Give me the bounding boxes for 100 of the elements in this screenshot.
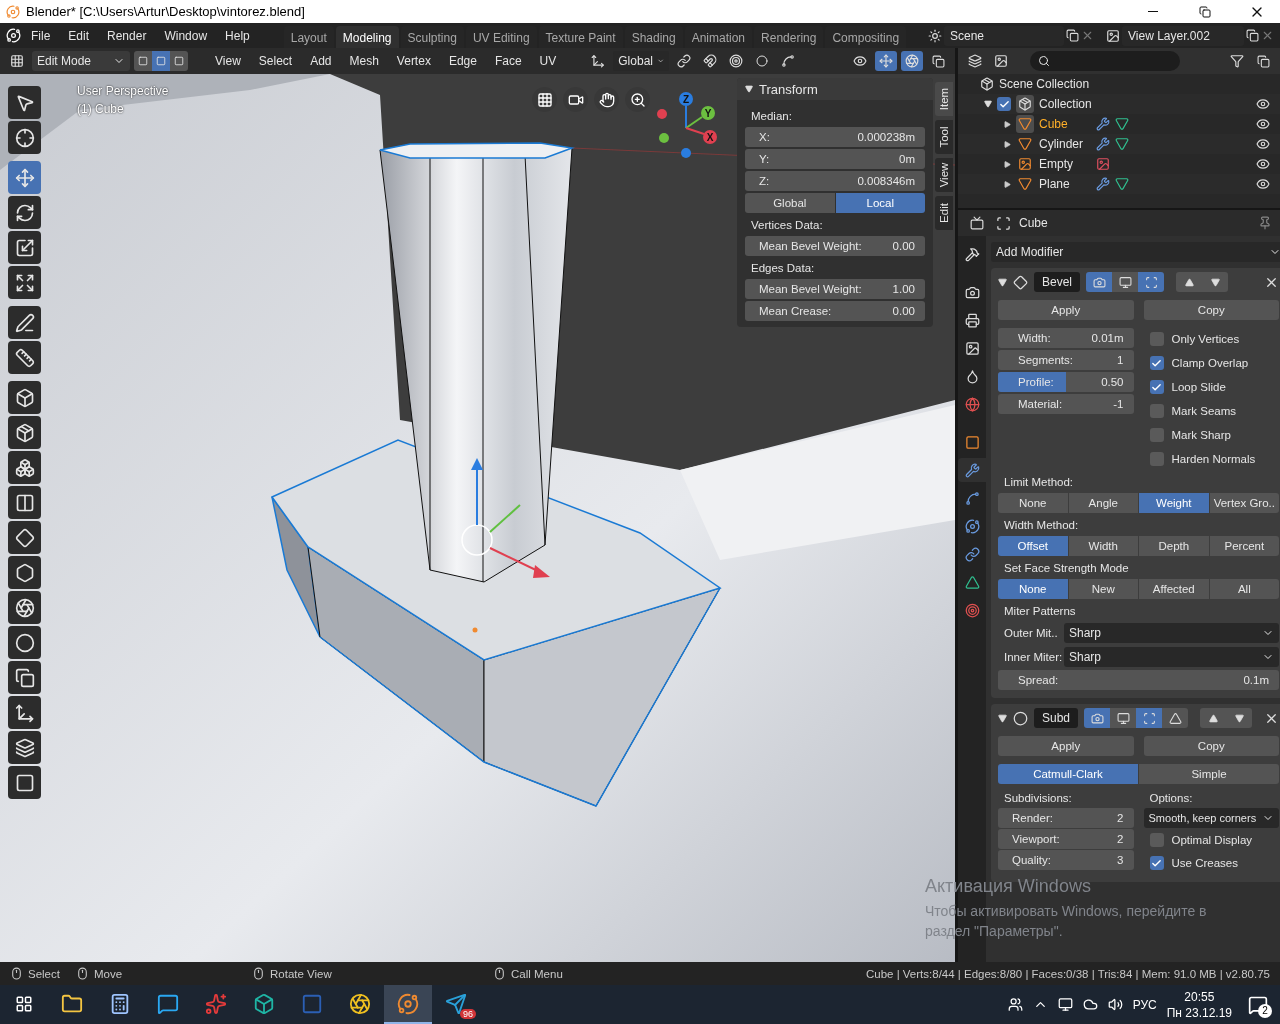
modifier-action-button[interactable]: Apply [998,300,1134,320]
subdivision-type-option[interactable]: Simple [1139,764,1280,784]
checkbox-label: Mark Seams [1171,405,1237,417]
outliner-item[interactable]: Empty [1039,157,1091,171]
menu-item[interactable]: Window [156,25,216,46]
sidebar-tab[interactable]: Item [935,82,953,116]
width-method-option[interactable]: Percent [1209,536,1280,556]
number-field[interactable]: Mean Crease: 0.00 [745,301,925,321]
limit-method-option[interactable]: Angle [1068,493,1139,513]
outliner-item[interactable]: Cylinder [1039,137,1091,151]
number-field[interactable]: Spread: 0.1m [998,670,1280,690]
modifier-action-button[interactable]: Apply [998,736,1134,756]
number-field[interactable]: Width: 0.01m [998,328,1134,348]
face-strength-option[interactable]: Affected [1139,579,1209,599]
section-label: Median: [750,109,793,124]
status-hint: Move [94,967,123,980]
number-field[interactable]: Viewport: 2 [998,829,1134,849]
miter-label: Outer Mit.. [1003,627,1059,639]
keyboard-layout[interactable]: РУС [1132,997,1157,1012]
view-layer-field[interactable]: View Layer.002 [1122,25,1244,46]
miter-dropdown[interactable]: Sharp [1064,623,1280,643]
face-strength-option[interactable]: All [1209,579,1280,599]
limit-method-option[interactable]: Weight [1139,493,1209,513]
paper-plane-taskbar-button[interactable]: 96 [432,985,480,1024]
modifier-action-button[interactable]: Copy [1143,736,1280,756]
number-field[interactable]: Material: -1 [998,394,1134,414]
menu-item[interactable]: Mesh [342,51,386,71]
clock-time: 20:55 [1184,988,1215,1005]
menu-item[interactable]: Add [303,51,339,71]
scene-stats: Cube | Verts:8/44 | Edges:8/80 | Faces:0/38 | Tris:84 | Mem: 91.0 MB | v2.80.75 [865,967,1270,980]
status-hint: Call Menu [511,967,563,980]
width-method-option[interactable]: Width [1068,536,1139,556]
modifier-action-button[interactable]: Copy [1143,300,1280,320]
limit-method-option[interactable]: Vertex Gro.. [1209,493,1280,513]
face-strength-option[interactable]: None [998,579,1068,599]
number-field[interactable]: Y: 0m [745,149,925,169]
checkbox-label: Loop Slide [1171,381,1226,393]
uv-smooth-dropdown[interactable]: Smooth, keep corners [1143,808,1280,828]
menu-item[interactable]: File [23,25,59,46]
menu-item[interactable]: Edge [441,51,484,71]
sidebar-tab[interactable]: Tool [935,120,953,154]
number-field[interactable]: Mean Bevel Weight: 0.00 [745,236,925,256]
notification-count: 2 [1258,1003,1272,1018]
checkbox-label: Use Creases [1171,857,1238,869]
menu-item[interactable]: Select [251,51,300,71]
orientation-dropdown[interactable]: Global [613,51,670,71]
checkbox-label: Harden Normals [1171,453,1256,465]
outliner-item: Scene Collection [999,77,1090,91]
notifications-button[interactable]: 2 [1242,989,1274,1020]
miter-label: Inner Miter: [1003,651,1064,663]
panel-title: Transform [759,81,818,97]
modifier-name-field[interactable]: Subd [1034,708,1079,728]
width-method-option[interactable]: Depth [1139,536,1209,556]
sidebar-tab[interactable]: Edit [935,196,953,230]
mode-dropdown[interactable]: Edit Mode [32,51,130,71]
workspace-tab[interactable]: Modeling [335,25,399,49]
section-label: Edges Data: [750,261,816,276]
modifier-name-field[interactable]: Bevel [1034,272,1081,292]
number-field[interactable]: Quality: 3 [998,850,1134,870]
axis-label: Y [704,108,712,119]
outliner-item[interactable]: Plane [1039,177,1091,191]
number-field[interactable]: X: 0.000238m [745,127,925,147]
subdivision-type-option[interactable]: Catmull-Clark [998,764,1138,784]
number-field[interactable]: Z: 0.008346m [745,171,925,191]
section-label: Options: [1148,791,1194,806]
section-label: Subdivisions: [1003,791,1073,806]
number-field[interactable]: Render: 2 [998,808,1134,828]
menu-item[interactable]: UV [532,51,564,71]
viewport-info-text: (1) Cube [77,102,125,116]
clock-date: Пн 23.12.19 [1166,1004,1232,1021]
scene-field[interactable]: Scene [944,25,1064,46]
axis-label: X [706,132,714,143]
number-field[interactable]: Mean Bevel Weight: 1.00 [745,279,925,299]
checkbox-label: Only Vertices [1171,333,1240,345]
sidebar-tab[interactable]: View [935,158,953,192]
section-label: Set Face Strength Mode [1003,561,1130,576]
menu-item[interactable]: Face [487,51,529,71]
limit-method-option[interactable]: None [998,493,1068,513]
menu-item[interactable]: View [208,51,248,71]
status-hint: Rotate View [270,967,332,980]
add-modifier-dropdown[interactable]: Add Modifier [991,242,1280,262]
menu-item[interactable]: Render [99,25,155,46]
outliner-item[interactable]: Cube [1039,117,1091,131]
section-label: Limit Method: [1003,475,1075,490]
face-strength-option[interactable]: New [1068,579,1139,599]
section-label: Vertices Data: [750,218,824,233]
checkbox-label: Optimal Display [1171,834,1253,846]
space-option[interactable]: Global [745,193,835,213]
number-field[interactable]: Segments: 1 [998,350,1134,370]
outliner-item[interactable]: Collection [1039,97,1092,111]
unread-badge: 96 [460,1009,476,1019]
width-method-option[interactable]: Offset [998,536,1068,556]
checkbox-label: Mark Sharp [1171,429,1231,441]
status-hint: Select [28,967,60,980]
menu-item[interactable]: Help [217,25,258,46]
miter-dropdown[interactable]: Sharp [1064,647,1280,667]
menu-item[interactable]: Vertex [389,51,438,71]
menu-item[interactable]: Edit [60,25,98,46]
space-option[interactable]: Local [835,193,925,213]
number-field[interactable]: Profile: 0.50 [998,372,1134,392]
